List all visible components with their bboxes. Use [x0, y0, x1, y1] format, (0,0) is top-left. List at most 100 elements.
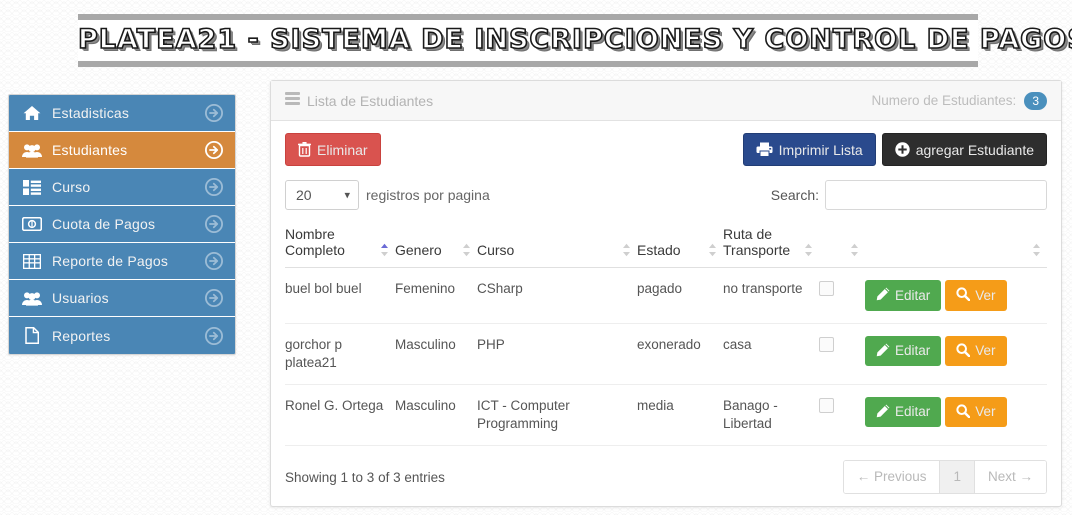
delete-button-label: Eliminar: [317, 141, 368, 158]
edit-button-label: Editar: [895, 404, 931, 420]
row-checkbox[interactable]: [819, 336, 834, 352]
file-icon: [21, 327, 43, 344]
sidebar-item-label: Curso: [52, 179, 91, 195]
page-size-select-wrapper: 20: [285, 180, 359, 210]
sidebar-item-estadisticas[interactable]: Estadisticas: [9, 95, 235, 132]
cell-ruta: casa: [723, 323, 819, 385]
students-table-body: buel bol buel Femenino CSharp pagado no tran…: [285, 267, 1047, 447]
panel-header: Lista de Estudiantes Numero de Estudiant…: [271, 81, 1061, 121]
row-checkbox[interactable]: [819, 281, 834, 296]
cell-curso: ICT - Computer Programming: [477, 384, 637, 447]
cell-nombre: gorchor p platea21: [285, 323, 395, 385]
arrow-circle-right-icon: [205, 215, 223, 233]
sort-indicator-icon: [851, 243, 858, 257]
table-header-cell[interactable]: Genero: [395, 222, 477, 268]
plus-circle-icon: [894, 142, 910, 157]
sidebar-item-label: Reporte de Pagos: [52, 253, 169, 269]
add-student-button[interactable]: agregar Estudiante: [881, 133, 1047, 166]
page-size-note: registros por pagina: [366, 187, 490, 203]
banner-body: PLATEA21 - SISTEMA DE INSCRIPCIONES Y CO…: [77, 20, 1072, 61]
list-icon: [21, 179, 43, 195]
sort-indicator-icon: [381, 243, 388, 257]
hamburger-icon: [285, 91, 300, 110]
users-icon: [21, 143, 43, 158]
table-row: Ronel G. Ortega Masculino ICT - Computer P…: [285, 384, 1047, 447]
cell-estado: pagado: [637, 267, 723, 324]
table-info: Showing 1 to 3 of 3 entries: [285, 469, 445, 485]
home-icon: [21, 105, 43, 121]
student-count-label: Numero de Estudiantes:: [871, 93, 1017, 108]
delete-button[interactable]: Eliminar: [285, 133, 381, 166]
table-header-cell[interactable]: Estado: [637, 222, 723, 268]
sidebar-item-label: Usuarios: [52, 290, 109, 306]
view-button[interactable]: Ver: [945, 396, 1007, 428]
search-input[interactable]: [825, 180, 1047, 210]
cell-nombre: Ronel G. Ortega: [285, 384, 395, 447]
sidebar-item-reporte-de-pagos[interactable]: Reporte de Pagos: [9, 243, 235, 280]
table-header-cell[interactable]: Nombre Completo: [285, 222, 395, 268]
student-count-badge: 3: [1024, 91, 1047, 110]
table-controls: 20 registros por pagina Search:: [285, 180, 1047, 210]
view-button[interactable]: Ver: [945, 280, 1007, 311]
arrow-circle-right-icon: [205, 104, 223, 122]
arrow-circle-right-icon: [205, 252, 223, 270]
add-student-button-label: agregar Estudiante: [915, 141, 1034, 158]
students-table: Nombre Completo Genero Curso Estado Ruta de …: [285, 222, 1047, 447]
sort-indicator-icon: [623, 243, 630, 257]
edit-button[interactable]: Editar: [865, 396, 942, 428]
search-label: Search:: [770, 187, 819, 203]
app-title: PLATEA21 - SISTEMA DE INSCRIPCIONES Y CO…: [77, 23, 1072, 56]
sidebar-item-label: Reportes: [52, 327, 111, 344]
sidebar-item-label: Estadisticas: [52, 105, 130, 121]
view-button-label: Ver: [975, 343, 996, 358]
view-button-label: Ver: [975, 404, 996, 420]
arrow-circle-right-icon: [205, 289, 223, 307]
sidebar-item-usuarios[interactable]: Usuarios: [9, 280, 235, 317]
cell-actions: Editar Ver: [865, 267, 1047, 324]
arrow-circle-right-icon: [205, 178, 223, 196]
students-table-head: Nombre Completo Genero Curso Estado Ruta de …: [285, 222, 1047, 268]
edit-button[interactable]: Editar: [865, 280, 942, 311]
table-header-cell[interactable]: [819, 222, 865, 268]
sort-indicator-icon: [463, 243, 470, 257]
row-checkbox[interactable]: [819, 397, 834, 413]
table-header-label: Nombre Completo: [285, 226, 345, 258]
table-icon: [21, 253, 43, 269]
pagination-previous[interactable]: ← Previous: [843, 461, 941, 493]
panel-title: Lista de Estudiantes: [307, 92, 434, 109]
cell-genero: Masculino: [395, 323, 477, 385]
cell-curso: CSharp: [477, 267, 637, 324]
search-icon: [956, 342, 971, 360]
table-header-cell[interactable]: [865, 222, 1047, 268]
banner-rule-bottom: [78, 61, 978, 67]
edit-button[interactable]: Editar: [865, 335, 942, 366]
table-header-cell[interactable]: Curso: [477, 222, 637, 268]
table-row: buel bol buel Femenino CSharp pagado no tran…: [285, 267, 1047, 324]
pencil-icon: [876, 404, 890, 421]
pagination-next[interactable]: Next →: [974, 461, 1046, 493]
print-list-button-label: Imprimir Lista: [778, 141, 863, 158]
sidebar-item-reportes[interactable]: Reportes: [9, 317, 235, 354]
view-button-label: Ver: [975, 287, 996, 303]
cell-genero: Femenino: [395, 267, 477, 324]
sidebar-item-curso[interactable]: Curso: [9, 169, 235, 206]
table-row: gorchor p platea21 Masculino PHP exonerado c…: [285, 323, 1047, 385]
cell-estado: media: [637, 384, 723, 447]
table-header-cell[interactable]: Ruta de Transporte: [723, 222, 819, 268]
sidebar-item-estudiantes[interactable]: Estudiantes: [9, 132, 235, 169]
page-size-select[interactable]: 20: [285, 180, 359, 210]
sidebar-nav: Estadisticas Estudiantes Curso Cuota de Pag…: [8, 94, 236, 355]
cell-genero: Masculino: [395, 384, 477, 447]
cell-select: [819, 323, 865, 385]
print-list-button[interactable]: Imprimir Lista: [742, 133, 876, 166]
pencil-icon: [876, 287, 890, 304]
view-button[interactable]: Ver: [945, 335, 1007, 366]
sort-indicator-icon: [1033, 243, 1040, 257]
table-header-label: Ruta de Transporte: [723, 226, 791, 258]
table-header-label: Genero: [395, 242, 442, 258]
app-title-banner: PLATEA21 - SISTEMA DE INSCRIPCIONES Y CO…: [77, 14, 1072, 67]
sidebar-item-cuota-de-pagos[interactable]: Cuota de Pagos: [9, 206, 235, 243]
pagination-page-1[interactable]: 1: [940, 461, 975, 493]
sidebar-item-label: Estudiantes: [52, 142, 128, 158]
cell-curso: PHP: [477, 323, 637, 385]
